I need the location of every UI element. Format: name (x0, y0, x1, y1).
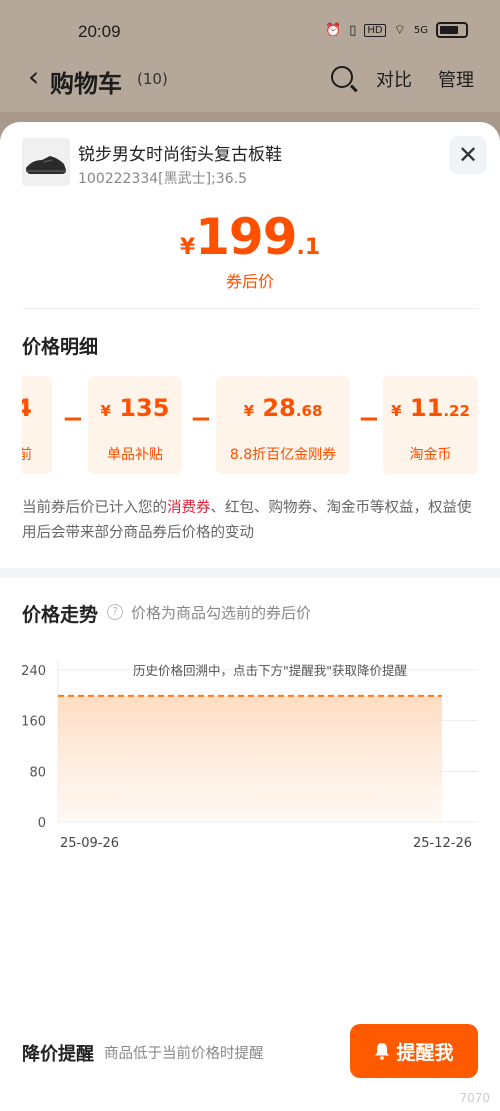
price-trend-chart: 0 80 160 240 25-09-26 25-12-26 历史价格回溯中，点击下方"… (21, 660, 478, 851)
x-tick-label: 25-12-26 (413, 836, 472, 851)
battery-icon (436, 22, 468, 38)
alarm-icon: ⏰ (325, 22, 342, 38)
section-divider (0, 568, 500, 578)
product-thumbnail (22, 138, 70, 186)
cart-count: (10) (137, 70, 168, 88)
y-tick-label: 160 (21, 715, 46, 730)
status-icons: ⏰ ▯ HD ⌔ 5G (325, 22, 468, 38)
price-alert-title: 降价提醒 (22, 1044, 94, 1065)
price-detail-sheet: 锐步男女时尚街头复古板鞋 100222334[黑武士];36.5 ✕ ¥199.… (0, 122, 500, 1111)
card-amount-decimal: .68 (295, 402, 323, 420)
price-trend-subtitle: 价格为商品勾选前的券后价 (131, 604, 312, 622)
card-label: 淘金币 (409, 447, 452, 463)
coupon-price-label: 券后价 (225, 272, 274, 291)
note-highlight[interactable]: 消费券 (167, 500, 211, 516)
card-label: 前 (22, 447, 32, 463)
card-amount: 28 (262, 394, 296, 422)
close-icon: ✕ (457, 141, 479, 169)
breakdown-card-subsidy: ¥ 135 单品补贴 (88, 376, 182, 474)
card-amount: 11 (409, 394, 444, 422)
note-text: 当前券后价已计入您的 (22, 500, 167, 516)
price-alert-bar: 降价提醒 商品低于当前价格时提醒 提醒我 7070 (0, 1002, 500, 1111)
bell-icon (375, 1043, 390, 1060)
chart-annotation: 历史价格回溯中，点击下方"提醒我"获取降价提醒 (133, 663, 407, 678)
x-tick-label: 25-09-26 (60, 836, 119, 851)
price-detail-title: 价格明细 (22, 336, 99, 358)
compare-button[interactable]: 对比 (376, 66, 412, 92)
price-decimal: .1 (296, 235, 321, 260)
price-alert-subtitle: 商品低于当前价格时提醒 (104, 1046, 264, 1062)
cart-header: ‹ 购物车 (10) 对比 管理 (0, 52, 500, 112)
hd-icon: HD (364, 23, 386, 37)
breakdown-card-taojinbi: ¥ 11.22 淘金币 (383, 376, 478, 474)
page-title: 购物车 (50, 70, 122, 98)
card-amount: 4 (22, 394, 32, 422)
card-amount-decimal: .22 (443, 402, 470, 420)
search-icon[interactable] (331, 66, 353, 88)
price-trend-title: 价格走势 (22, 604, 99, 626)
price-symbol: ¥ (179, 235, 196, 260)
status-time: 20:09 (78, 22, 121, 41)
vibrate-icon: ▯ (349, 22, 357, 38)
close-button[interactable]: ✕ (449, 136, 487, 174)
price-integer: 199 (195, 208, 297, 266)
remind-me-button[interactable]: 提醒我 (350, 1024, 478, 1078)
minus-sign: − (358, 404, 380, 434)
watermark: 7070 (459, 1091, 490, 1105)
price-breakdown: 4 前 − ¥ 135 单品补贴 − ¥ 28.68 8.8折百亿金刚券 − ¥… (22, 376, 478, 474)
divider (22, 308, 478, 309)
product-sku: 100222334[黑武士];36.5 (78, 171, 247, 187)
price-note: 当前券后价已计入您的消费券、红包、购物券、淘金币等权益，权益使用后会带来部分商品… (22, 496, 478, 546)
product-name: 锐步男女时尚街头复古板鞋 (78, 145, 282, 165)
card-label: 单品补贴 (107, 447, 163, 463)
remind-me-label: 提醒我 (396, 1041, 454, 1064)
y-tick-label: 240 (21, 664, 46, 679)
coupon-price: ¥199.1 (0, 208, 500, 266)
price-area (58, 695, 442, 822)
breakdown-card-original: 4 前 (22, 376, 52, 474)
card-label: 8.8折百亿金刚券 (229, 447, 337, 463)
back-icon[interactable]: ‹ (28, 60, 39, 93)
wifi-icon: ⌔ (393, 23, 406, 38)
card-amount: 135 (119, 394, 170, 422)
minus-sign: − (62, 404, 84, 434)
breakdown-card-coupon: ¥ 28.68 8.8折百亿金刚券 (216, 376, 350, 474)
manage-button[interactable]: 管理 (438, 66, 474, 92)
y-tick-label: 0 (38, 816, 46, 831)
signal-icon: 5G (413, 24, 428, 36)
minus-sign: − (190, 404, 212, 434)
help-icon[interactable]: ? (107, 604, 123, 620)
y-tick-label: 80 (29, 765, 46, 780)
